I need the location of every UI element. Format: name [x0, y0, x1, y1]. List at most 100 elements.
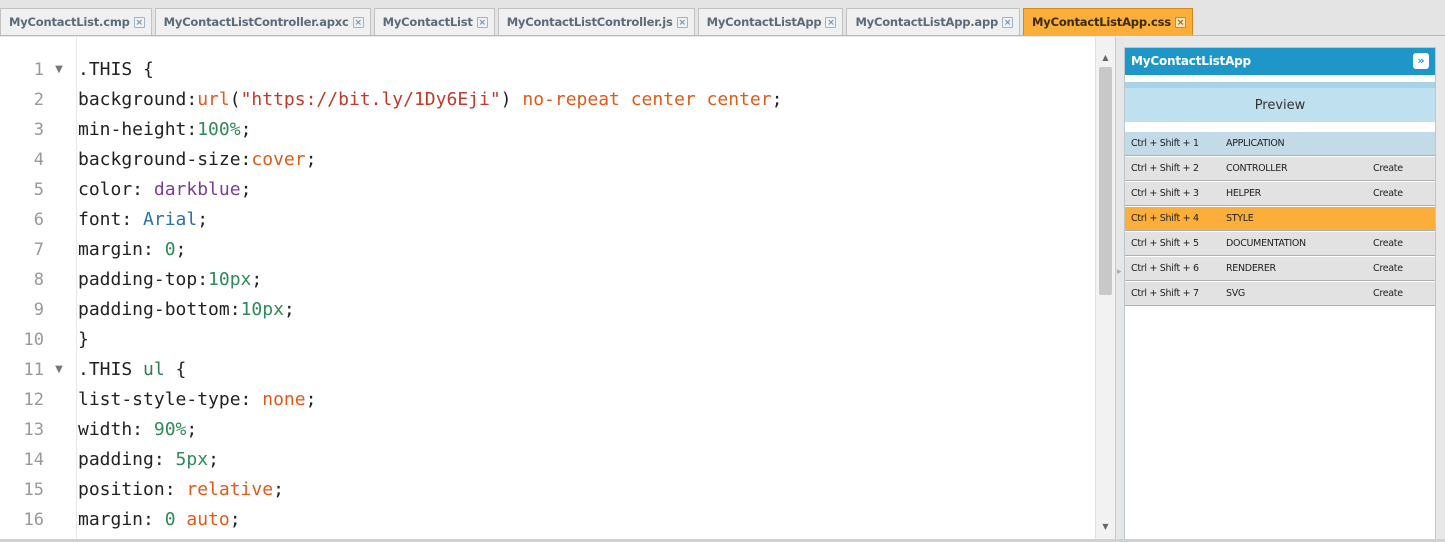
code-token: ;	[197, 209, 209, 230]
shortcut-row-svg[interactable]: Ctrl + Shift + 7 SVG Create	[1125, 281, 1435, 306]
shortcut-action[interactable]: Create	[1373, 288, 1433, 299]
shortcut-row-application[interactable]: Ctrl + Shift + 1 APPLICATION	[1125, 131, 1435, 156]
code-line[interactable]: list-style-type: none;	[78, 385, 316, 415]
line-number-gutter: 1 ▼ 2 3 4 5 6 7 8 9 10 11 ▼ 12 13 14 15 16	[0, 37, 72, 542]
shortcut-action[interactable]: Create	[1373, 188, 1433, 199]
close-tab-icon[interactable]: ×	[825, 16, 837, 28]
shortcut-row-controller[interactable]: Ctrl + Shift + 2 CONTROLLER Create	[1125, 156, 1435, 181]
gutter-divider	[76, 37, 77, 542]
expand-panel-icon[interactable]: »	[1413, 53, 1429, 69]
tab-3[interactable]: MyContactList ×	[373, 8, 495, 35]
code-line[interactable]: color: darkblue;	[78, 175, 251, 205]
code-token: 90%	[153, 419, 187, 440]
editor-tabs: MyContactList.cmp × MyContactListControlle…	[0, 8, 1196, 36]
close-tab-icon[interactable]: ×	[476, 16, 488, 28]
code-token: cover	[251, 149, 306, 170]
scroll-down-arrow-icon[interactable]: ▼	[1096, 520, 1115, 534]
panel-title: MyContactListApp	[1131, 54, 1251, 68]
code-token: 5px	[175, 449, 209, 470]
bundle-shortcut-list: Ctrl + Shift + 1 APPLICATION Ctrl + Shift …	[1125, 131, 1435, 306]
shortcut-keys: Ctrl + Shift + 5	[1131, 238, 1199, 249]
shortcut-row-documentation[interactable]: Ctrl + Shift + 5 DOCUMENTATION Create	[1125, 231, 1435, 256]
code-line[interactable]: position: relative;	[78, 475, 284, 505]
shortcut-row-helper[interactable]: Ctrl + Shift + 3 HELPER Create	[1125, 181, 1435, 206]
code-token: margin:	[78, 239, 165, 260]
code-token: (	[229, 89, 241, 110]
code-line[interactable]: margin: 0;	[78, 235, 186, 265]
tab-5[interactable]: MyContactListApp ×	[697, 8, 844, 35]
code-line[interactable]: .THIS {	[78, 55, 154, 85]
shortcut-label: RENDERER	[1226, 263, 1276, 274]
shortcut-keys: Ctrl + Shift + 6	[1131, 263, 1199, 274]
code-token: 10px	[240, 299, 284, 320]
shortcut-label: CONTROLLER	[1226, 163, 1288, 174]
panel-splitter[interactable]: ▸	[1116, 37, 1124, 542]
code-token: padding-top:	[78, 269, 209, 290]
close-tab-icon[interactable]: ×	[133, 16, 145, 28]
code-line[interactable]: }	[78, 325, 89, 355]
code-line[interactable]: min-height:100%;	[78, 115, 251, 145]
code-token: url	[197, 89, 230, 110]
code-token: no-repeat center center	[511, 89, 772, 110]
code-token: Arial	[143, 209, 198, 230]
code-token: ;	[208, 449, 219, 470]
fold-arrow-icon[interactable]: ▼	[52, 55, 66, 85]
shortcut-action[interactable]: Create	[1373, 163, 1433, 174]
code-token: ul	[143, 359, 165, 380]
close-tab-icon[interactable]: ×	[676, 16, 688, 28]
line-number: 11	[23, 360, 44, 380]
shortcut-row-style[interactable]: Ctrl + Shift + 4 STYLE	[1125, 206, 1435, 231]
close-tab-icon[interactable]: ×	[1174, 16, 1186, 28]
line-number: 3	[33, 120, 44, 140]
code-token: ;	[771, 89, 783, 110]
code-line[interactable]: padding-top:10px;	[78, 265, 262, 295]
code-line[interactable]: font: Arial;	[78, 205, 208, 235]
code-token: position:	[78, 479, 187, 500]
fold-arrow-icon[interactable]: ▼	[52, 355, 66, 385]
shortcut-label: SVG	[1226, 288, 1245, 299]
code-line[interactable]: .THIS ul {	[78, 355, 186, 385]
line-number: 7	[33, 240, 44, 260]
tab-4[interactable]: MyContactListController.js ×	[497, 8, 695, 35]
code-token: )	[500, 89, 512, 110]
shortcut-row-renderer[interactable]: Ctrl + Shift + 6 RENDERER Create	[1125, 256, 1435, 281]
code-line[interactable]: width: 90%;	[78, 415, 197, 445]
preview-button[interactable]: Preview	[1125, 82, 1435, 122]
line-number: 12	[23, 390, 44, 410]
code-editor[interactable]: 1 ▼ 2 3 4 5 6 7 8 9 10 11 ▼ 12 13 14 15 16 .THIS {backgro…	[0, 37, 1116, 542]
code-line[interactable]: background:url("https://bit.ly/1Dy6Eji")…	[78, 85, 782, 115]
code-token: darkblue	[153, 179, 241, 200]
code-token: relative	[186, 479, 274, 500]
code-token: none	[262, 389, 306, 410]
tab-label: MyContactList.cmp	[9, 15, 130, 29]
close-tab-icon[interactable]: ×	[1002, 16, 1014, 28]
splitter-grip-icon[interactable]: ▸	[1117, 267, 1122, 277]
code-line[interactable]: margin: 0 auto;	[78, 505, 241, 535]
line-number: 16	[23, 510, 44, 530]
code-area[interactable]: .THIS {background:url("https://bit.ly/1D…	[78, 37, 1093, 542]
code-line[interactable]: padding: 5px;	[78, 445, 219, 475]
tab-1[interactable]: MyContactList.cmp ×	[0, 8, 152, 35]
editor-scrollbar[interactable]: ▲ ▼	[1095, 37, 1115, 542]
tab-2[interactable]: MyContactListController.apxc ×	[154, 8, 371, 35]
line-number: 15	[23, 480, 44, 500]
code-token: ;	[273, 479, 284, 500]
code-line[interactable]: background-size:cover;	[78, 145, 316, 175]
shortcut-action[interactable]: Create	[1373, 263, 1433, 274]
code-token: font:	[78, 209, 144, 230]
tab-6[interactable]: MyContactListApp.app ×	[846, 8, 1021, 35]
line-number: 10	[23, 330, 44, 350]
code-token: padding:	[78, 449, 176, 470]
code-token: 0	[164, 509, 176, 530]
shortcut-keys: Ctrl + Shift + 3	[1131, 188, 1199, 199]
scroll-up-arrow-icon[interactable]: ▲	[1096, 51, 1115, 65]
code-token: auto	[175, 509, 230, 530]
tab-label: MyContactListApp	[706, 15, 822, 29]
tab-7[interactable]: MyContactListApp.css ×	[1023, 8, 1193, 35]
code-token: ;	[186, 419, 198, 440]
scrollbar-thumb[interactable]	[1099, 67, 1112, 295]
code-line[interactable]: padding-bottom:10px;	[78, 295, 295, 325]
close-tab-icon[interactable]: ×	[352, 16, 364, 28]
shortcut-action[interactable]: Create	[1373, 238, 1433, 249]
shortcut-keys: Ctrl + Shift + 4	[1131, 213, 1199, 224]
